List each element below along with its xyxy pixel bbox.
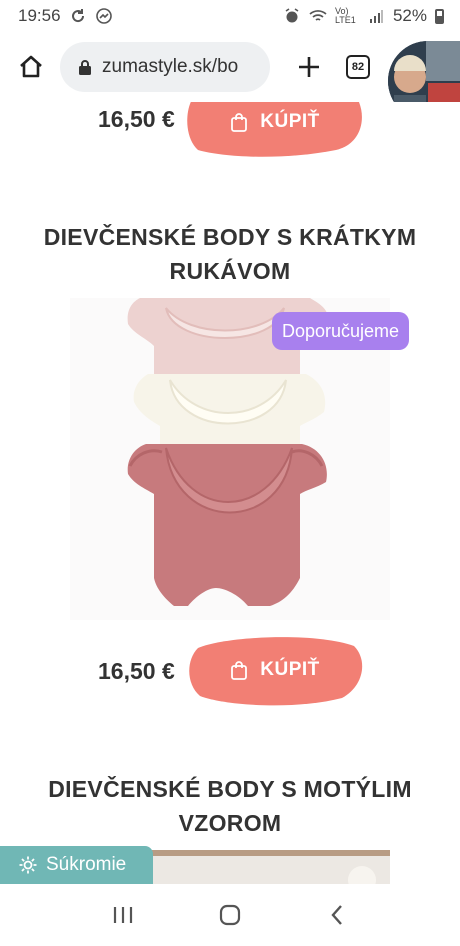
- shopping-bag-icon: [231, 661, 248, 680]
- product-2-title[interactable]: DIEVČENSKÉ BODY S KRÁTKYM RUKÁVOM: [30, 220, 430, 288]
- messenger-icon: [95, 7, 113, 25]
- network-label: Vo) LTE1: [334, 6, 356, 25]
- tab-switcher-button[interactable]: 82: [346, 55, 370, 79]
- product-2-title-line1: DIEVČENSKÉ BODY S KRÁTKYM: [43, 224, 417, 250]
- product-3-title-line1: DIEVČENSKÉ BODY S MOTÝLIM: [48, 776, 412, 802]
- url-text: zumastyle.sk/bo: [102, 56, 239, 77]
- gear-icon: [19, 856, 37, 874]
- home-icon[interactable]: [14, 50, 48, 84]
- address-bar[interactable]: zumastyle.sk/bo: [60, 42, 270, 92]
- wifi-icon: [309, 7, 327, 25]
- browser-toolbar: zumastyle.sk/bo 82: [0, 32, 460, 121]
- plus-icon[interactable]: [292, 50, 326, 84]
- product-3-title-line2: VZOROM: [178, 810, 282, 836]
- product-3-title[interactable]: DIEVČENSKÉ BODY S MOTÝLIM VZOROM: [30, 772, 430, 840]
- home-circle-icon[interactable]: [210, 895, 250, 935]
- product-2-price: 16,50 €: [98, 658, 175, 684]
- alarm-icon: [283, 7, 301, 25]
- battery-percent: 52%: [392, 6, 427, 25]
- product-2-buy-button[interactable]: KÚPIŤ: [186, 634, 364, 706]
- tab-count: 82: [351, 61, 365, 73]
- product-1-price: 16,50 €: [98, 106, 175, 132]
- recent-apps-icon[interactable]: [103, 895, 143, 935]
- signal-icon: [367, 7, 385, 25]
- shopping-bag-icon: [231, 113, 248, 132]
- product-2-buy-label: KÚPIŤ: [260, 659, 320, 680]
- sync-icon: [69, 7, 87, 25]
- product-1-buy-button[interactable]: KÚPIŤ: [186, 102, 364, 158]
- product-3-image[interactable]: [152, 850, 390, 884]
- product-1-buy-label: KÚPIŤ: [260, 111, 320, 132]
- status-bar: 19:56 Vo) LTE1 52%: [0, 0, 460, 32]
- privacy-button[interactable]: Súkromie: [0, 846, 153, 884]
- product-2-title-line2: RUKÁVOM: [169, 258, 291, 284]
- privacy-label: Súkromie: [46, 854, 127, 875]
- lock-icon: [79, 60, 91, 75]
- back-icon[interactable]: [317, 895, 357, 935]
- product-2-price-row: 16,50 € KÚPIŤ: [0, 628, 460, 708]
- page-content: 16,50 € KÚPIŤ DIEVČENSKÉ BODY S KRÁTKYM …: [0, 102, 460, 884]
- product-1-price-row: 16,50 € KÚPIŤ: [0, 102, 460, 166]
- status-time: 19:56: [18, 6, 61, 25]
- recommended-badge: Doporučujeme: [272, 312, 410, 350]
- battery-icon: [435, 8, 444, 24]
- system-nav-bar: [0, 884, 460, 946]
